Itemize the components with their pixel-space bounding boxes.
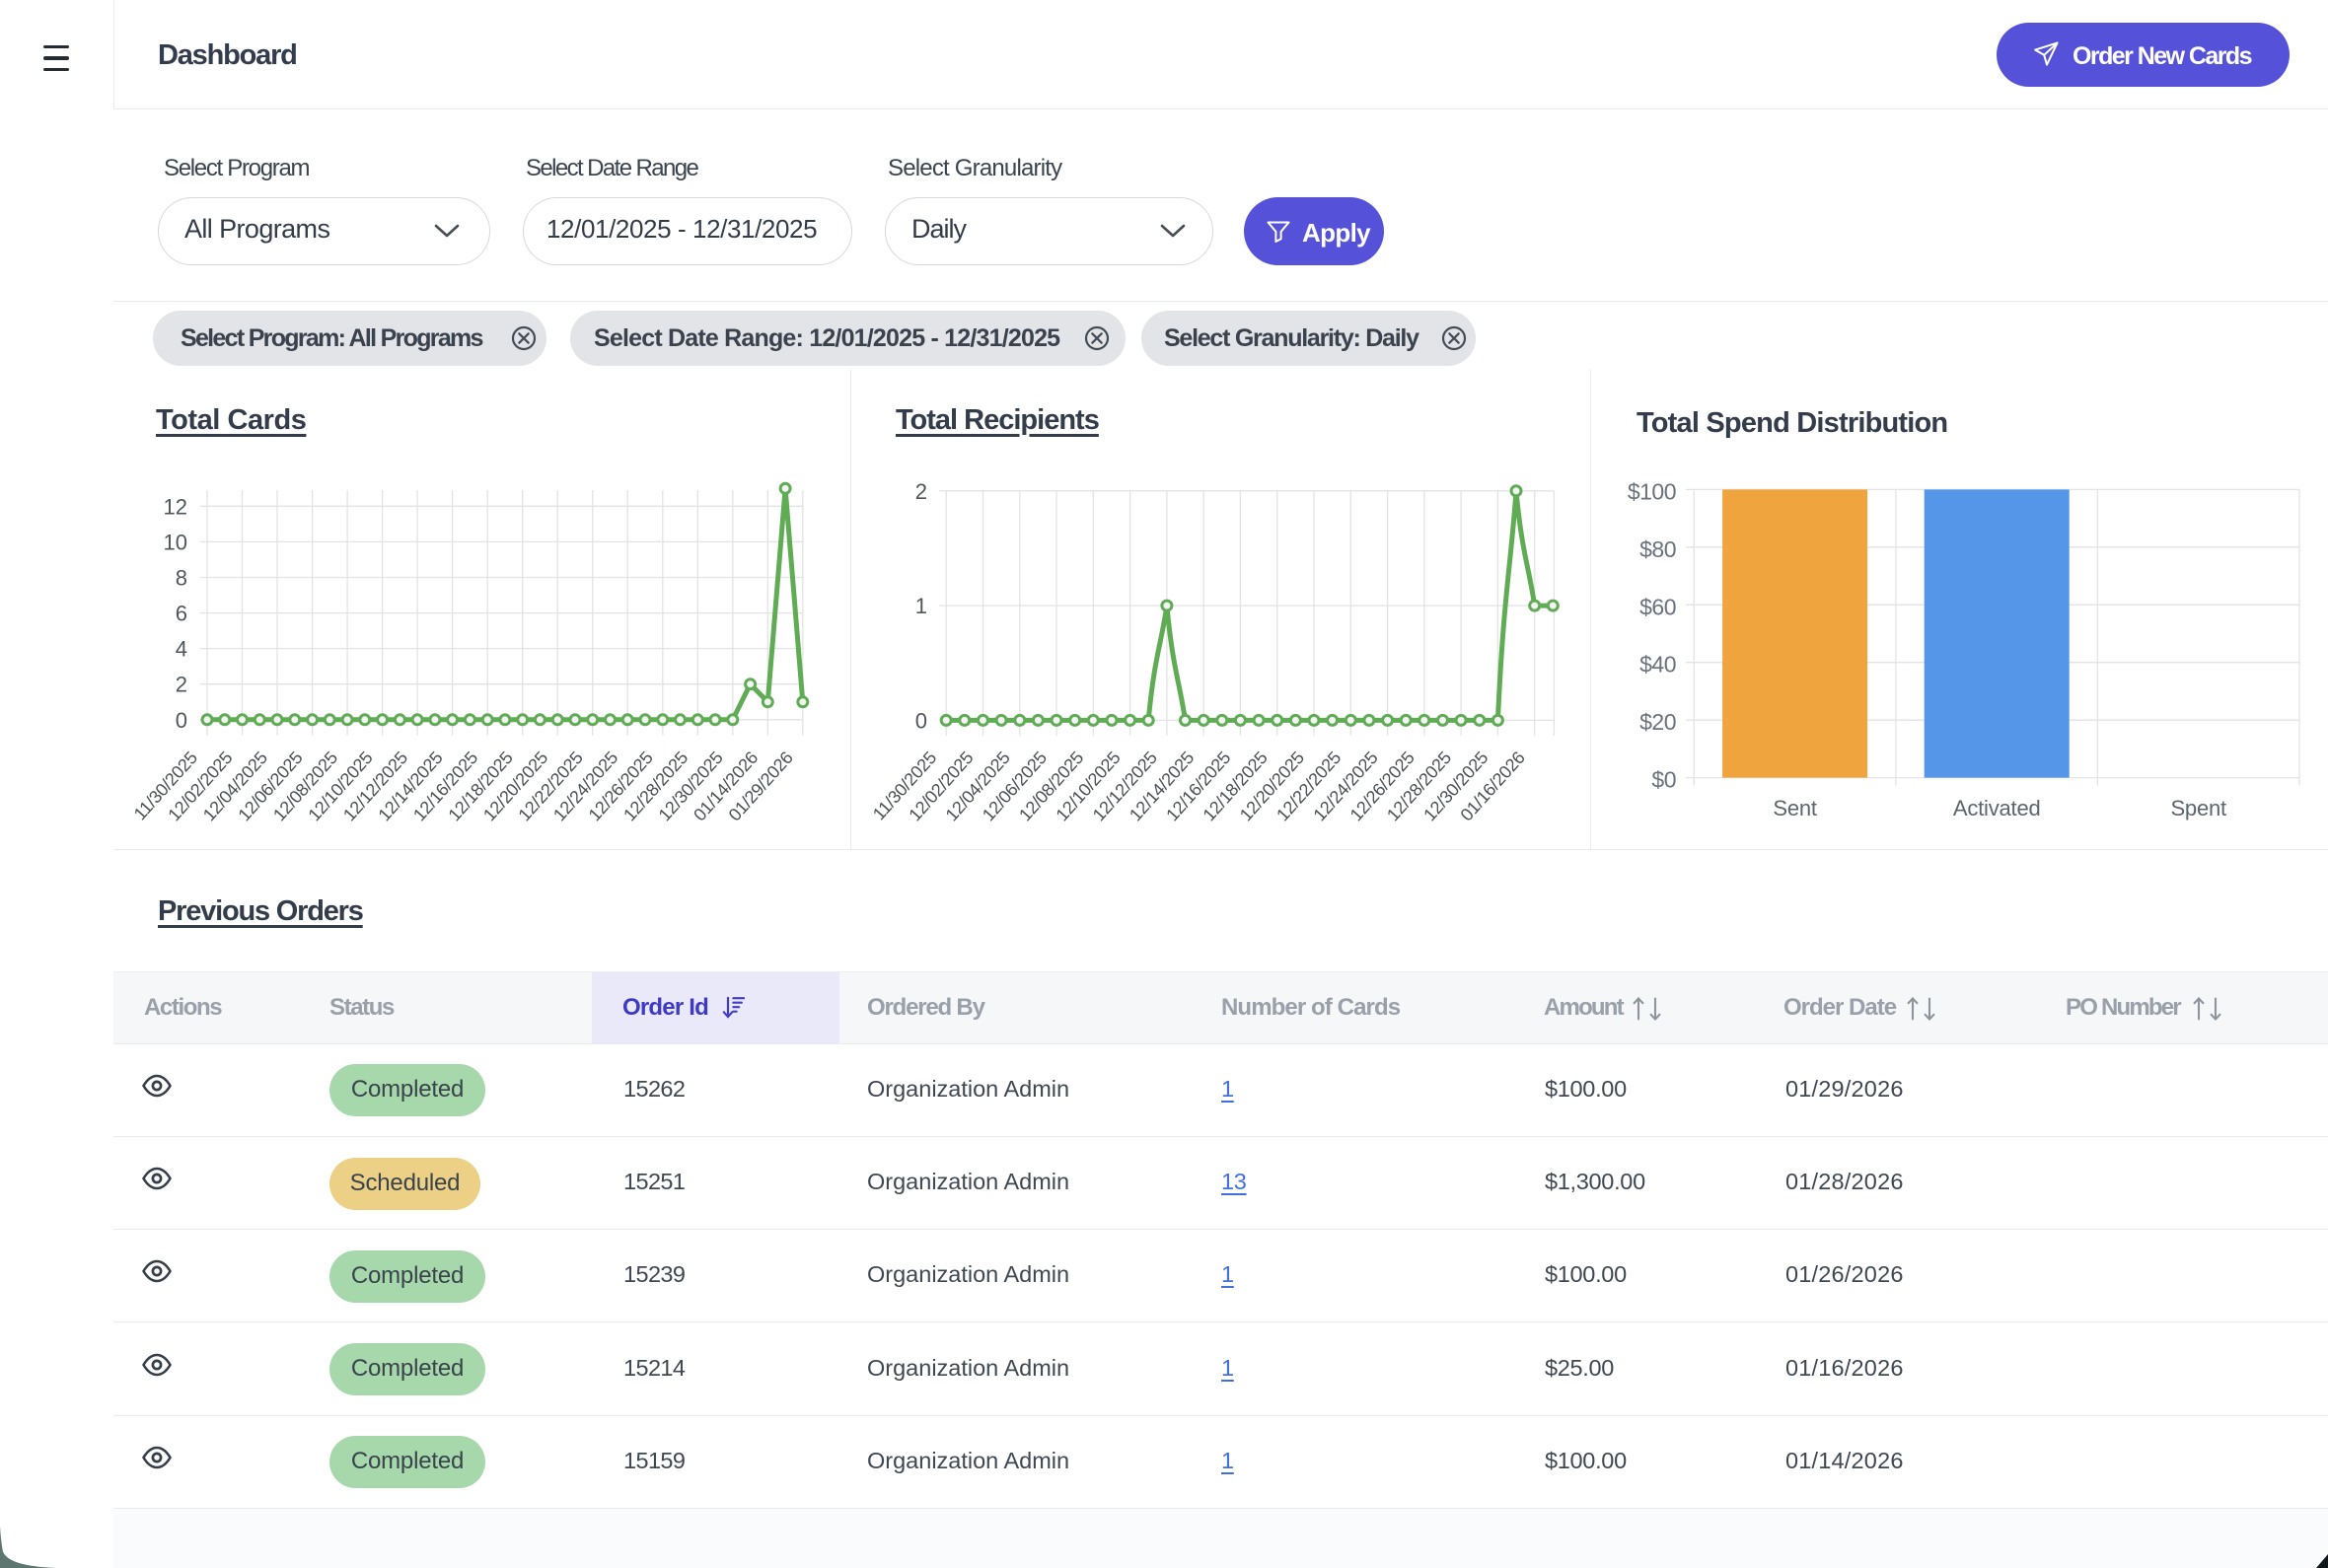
svg-text:1: 1 bbox=[915, 594, 927, 618]
svg-text:$80: $80 bbox=[1639, 536, 1676, 562]
svg-text:$20: $20 bbox=[1639, 709, 1676, 735]
svg-text:0: 0 bbox=[915, 708, 927, 733]
svg-text:$100: $100 bbox=[1628, 478, 1676, 504]
svg-text:2: 2 bbox=[915, 479, 927, 504]
svg-text:$0: $0 bbox=[1651, 767, 1676, 793]
svg-text:$40: $40 bbox=[1639, 652, 1676, 677]
svg-text:10: 10 bbox=[164, 530, 187, 554]
svg-text:4: 4 bbox=[176, 637, 187, 662]
svg-text:12: 12 bbox=[164, 494, 187, 519]
svg-text:$60: $60 bbox=[1639, 594, 1676, 619]
svg-text:2: 2 bbox=[176, 673, 187, 697]
svg-text:8: 8 bbox=[176, 566, 187, 591]
svg-text:6: 6 bbox=[176, 602, 187, 626]
svg-text:Activated: Activated bbox=[1953, 796, 2041, 820]
svg-text:Spent: Spent bbox=[2170, 796, 2226, 820]
svg-text:0: 0 bbox=[176, 708, 187, 733]
svg-text:Sent: Sent bbox=[1773, 796, 1817, 820]
